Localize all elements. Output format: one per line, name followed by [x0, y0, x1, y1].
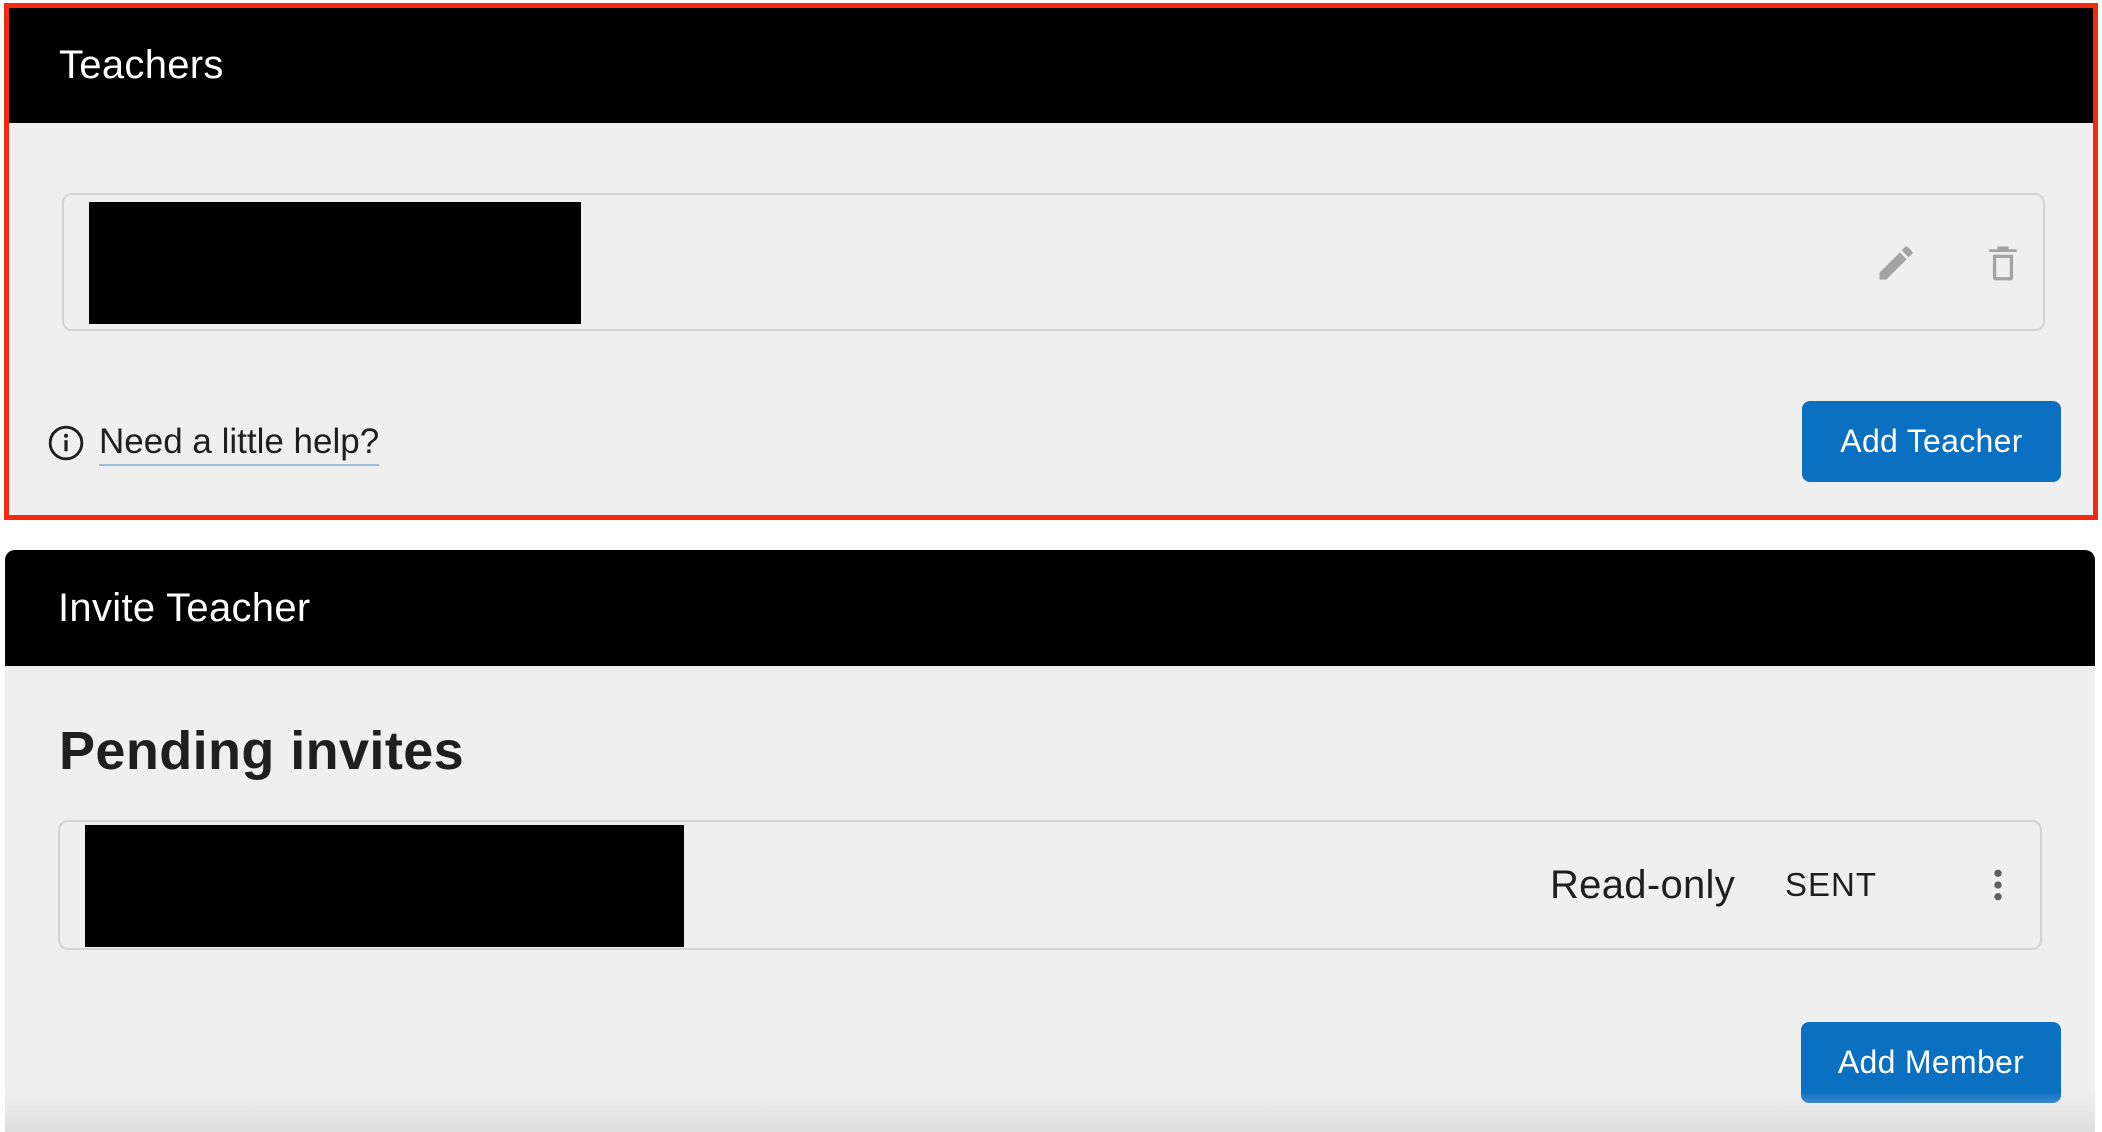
invite-status: SENT [1785, 866, 1878, 903]
teacher-row [62, 193, 2045, 331]
trash-icon [1989, 246, 2017, 281]
invite-teacher-panel: Invite Teacher Pending invites Read-only… [5, 550, 2095, 1132]
pending-invites-heading: Pending invites [59, 721, 465, 781]
add-member-button[interactable]: Add Member [1801, 1022, 2061, 1103]
more-vertical-icon [1994, 869, 2002, 901]
teachers-panel: Teachers Need a little help? Add Teacher [4, 3, 2098, 520]
invite-row: Read-only SENT [58, 820, 2042, 950]
pencil-icon [1879, 246, 1913, 280]
scroll-fade [5, 1092, 2095, 1132]
edit-teacher-button[interactable] [1864, 231, 1928, 295]
add-teacher-button[interactable]: Add Teacher [1802, 401, 2061, 482]
delete-teacher-button[interactable] [1971, 231, 2035, 295]
invite-panel-header: Invite Teacher [5, 550, 2095, 666]
invite-role: Read-only [1550, 862, 1736, 907]
teachers-panel-header: Teachers [9, 8, 2093, 123]
redacted-invitee-email [85, 825, 684, 947]
need-help-link[interactable]: Need a little help? [99, 420, 380, 466]
help-row: Need a little help? [47, 418, 380, 468]
info-icon [48, 425, 84, 461]
invite-options-button[interactable] [1966, 853, 2030, 917]
redacted-teacher-name [89, 202, 581, 324]
teachers-panel-title: Teachers [59, 43, 224, 87]
invite-panel-title: Invite Teacher [58, 586, 311, 630]
